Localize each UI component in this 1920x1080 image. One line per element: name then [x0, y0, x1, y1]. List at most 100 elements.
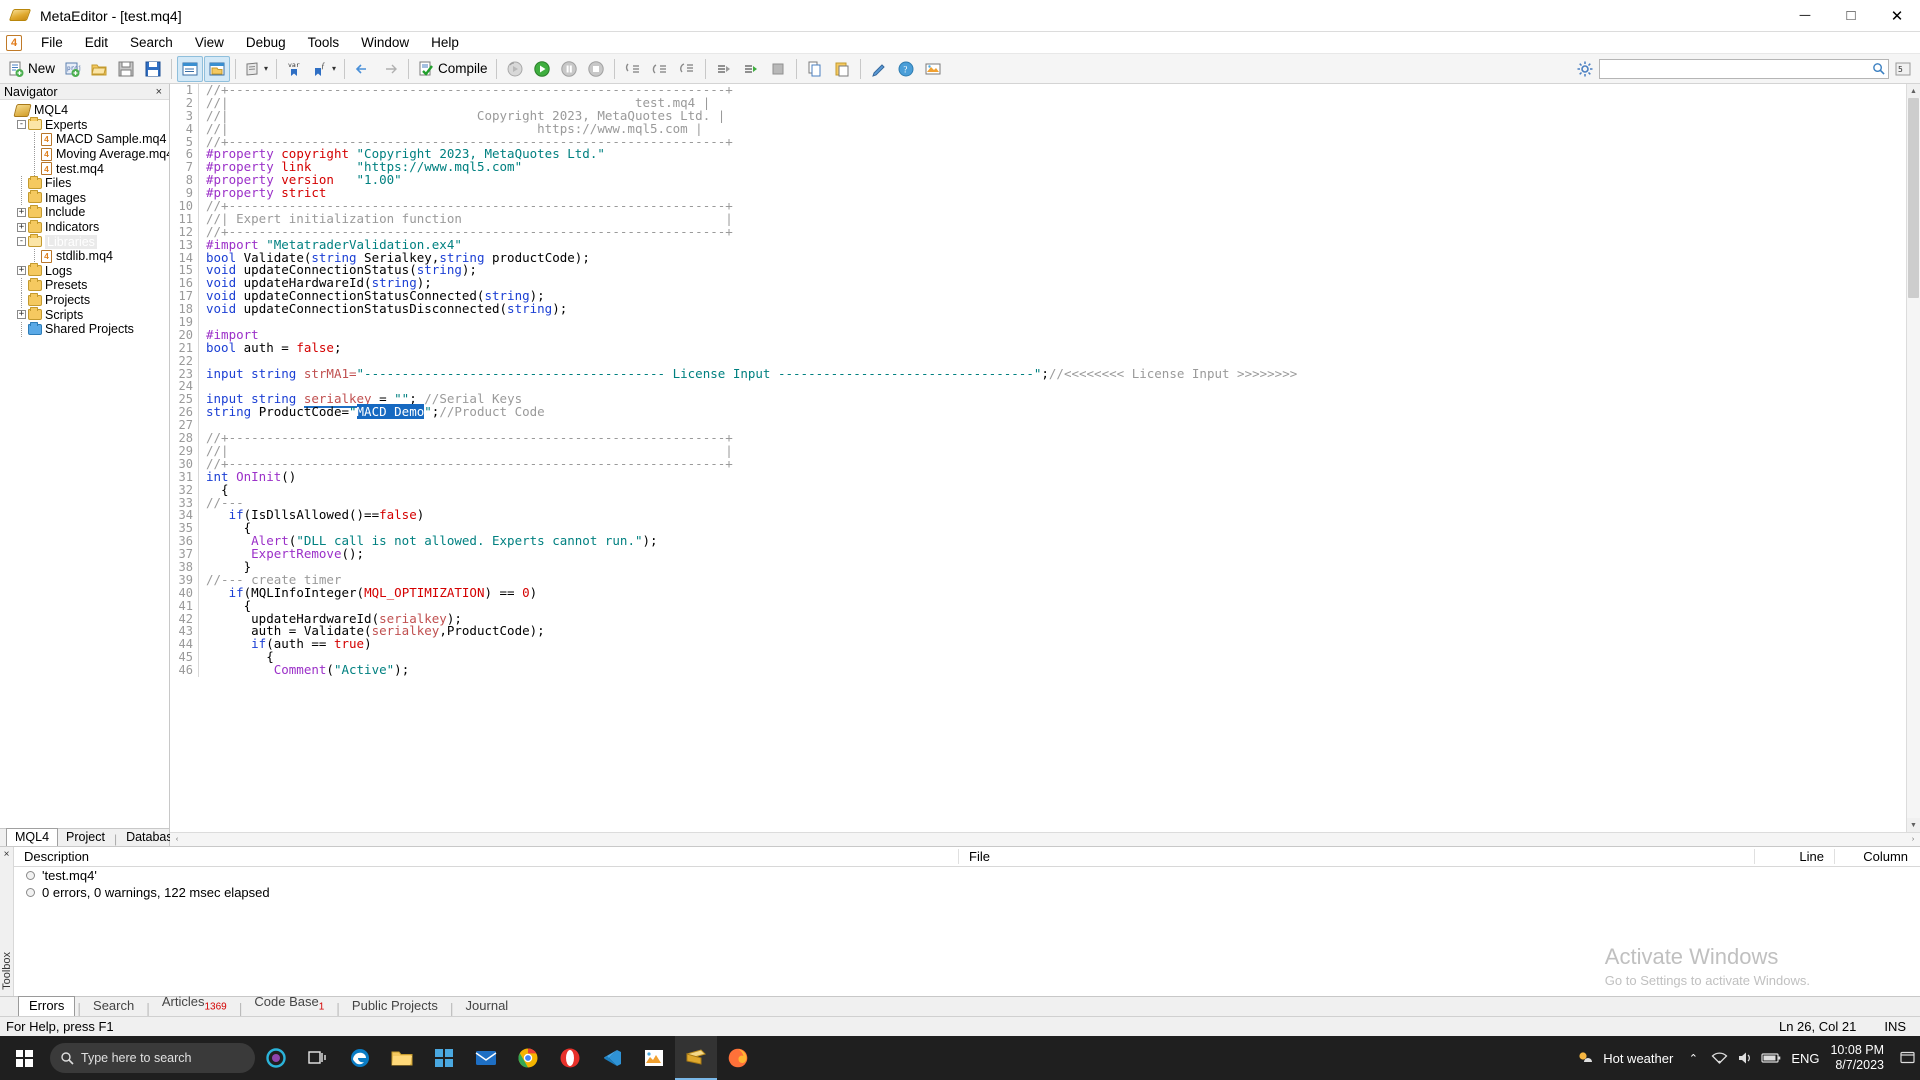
- tree-item-files[interactable]: Files: [0, 176, 169, 191]
- code-line[interactable]: 38 }: [170, 561, 1906, 574]
- search-icon[interactable]: [1868, 60, 1888, 78]
- weather-widget[interactable]: Hot weather: [1570, 1036, 1680, 1080]
- toolbox-tab-journal[interactable]: Journal: [456, 997, 519, 1016]
- copy-button[interactable]: [802, 56, 828, 82]
- new-project-button[interactable]: proj: [59, 56, 85, 82]
- tree-item-test-mq4[interactable]: 4test.mq4: [0, 161, 169, 176]
- menu-item-tools[interactable]: Tools: [297, 33, 351, 52]
- variables-button[interactable]: var: [282, 56, 308, 82]
- help-button[interactable]: ?: [893, 56, 919, 82]
- column-header-file[interactable]: File: [959, 849, 1755, 864]
- code-line[interactable]: 20#import: [170, 329, 1906, 342]
- tree-item-indicators[interactable]: +Indicators: [0, 220, 169, 235]
- maximize-button[interactable]: □: [1828, 0, 1874, 32]
- tree-item-macd-sample-mq4[interactable]: 4MACD Sample.mq4: [0, 132, 169, 147]
- save-all-button[interactable]: [140, 56, 166, 82]
- hscroll-track[interactable]: [184, 833, 1906, 847]
- task-view-icon[interactable]: [297, 1036, 339, 1080]
- menu-item-window[interactable]: Window: [350, 33, 420, 52]
- code-editor[interactable]: 1//+------------------------------------…: [170, 84, 1906, 832]
- toolbar-search-box[interactable]: [1599, 59, 1889, 79]
- volume-icon[interactable]: [1732, 1036, 1758, 1080]
- pause-debug-button[interactable]: [556, 56, 582, 82]
- scroll-left-icon[interactable]: ‹: [170, 833, 184, 847]
- navigator-tree[interactable]: MQL4-Experts4MACD Sample.mq44Moving Aver…: [0, 100, 169, 828]
- expand-icon[interactable]: +: [15, 205, 28, 219]
- edge-icon[interactable]: [339, 1036, 381, 1080]
- code-line[interactable]: 44 if(auth == true): [170, 638, 1906, 651]
- mql5-button[interactable]: 5: [1890, 56, 1916, 82]
- tree-item-projects[interactable]: Projects: [0, 293, 169, 308]
- tree-item-stdlib-mq4[interactable]: 4stdlib.mq4: [0, 249, 169, 264]
- debug-history-button[interactable]: [502, 56, 528, 82]
- network-icon[interactable]: [1706, 1036, 1732, 1080]
- tree-item-presets[interactable]: Presets: [0, 278, 169, 293]
- code-line[interactable]: 30//+-----------------------------------…: [170, 458, 1906, 471]
- close-icon[interactable]: ×: [4, 849, 10, 860]
- functions-button[interactable]: ƒ ▾: [309, 56, 339, 82]
- code-line[interactable]: 31int OnInit(): [170, 471, 1906, 484]
- code-line[interactable]: 18void updateConnectionStatusDisconnecte…: [170, 303, 1906, 316]
- code-line[interactable]: 46 Comment("Active");: [170, 664, 1906, 677]
- menu-item-search[interactable]: Search: [119, 33, 184, 52]
- close-button[interactable]: ✕: [1874, 0, 1920, 32]
- continue-button[interactable]: [738, 56, 764, 82]
- column-header-line[interactable]: Line: [1755, 849, 1835, 864]
- scroll-up-icon[interactable]: ▲: [1907, 84, 1920, 98]
- toolbox-tab-errors[interactable]: Errors: [18, 996, 75, 1017]
- tree-item-scripts[interactable]: +Scripts: [0, 307, 169, 322]
- code-line[interactable]: 40 if(MQLInfoInteger(MQL_OPTIMIZATION) =…: [170, 587, 1906, 600]
- language-indicator[interactable]: ENG: [1784, 1036, 1826, 1080]
- close-icon[interactable]: ×: [153, 86, 165, 98]
- code-line[interactable]: 8#property version "1.00": [170, 174, 1906, 187]
- code-line[interactable]: 37 ExpertRemove();: [170, 548, 1906, 561]
- expand-icon[interactable]: +: [15, 264, 28, 278]
- forward-button[interactable]: [377, 56, 403, 82]
- step-out-button[interactable]: [674, 56, 700, 82]
- toggle-toolbox-button[interactable]: [204, 56, 230, 82]
- code-line[interactable]: 33//---: [170, 497, 1906, 510]
- toolbox-tab-articles[interactable]: Articles1369: [152, 993, 237, 1016]
- code-line[interactable]: 23input string strMA1="-----------------…: [170, 368, 1906, 381]
- code-line[interactable]: 43 auth = Validate(serialkey,ProductCode…: [170, 625, 1906, 638]
- scroll-track[interactable]: [1907, 98, 1920, 818]
- editor-vertical-scrollbar[interactable]: ▲ ▼: [1906, 84, 1920, 832]
- code-line[interactable]: 7#property link "https://www.mql5.com": [170, 161, 1906, 174]
- code-line[interactable]: 36 Alert("DLL call is not allowed. Exper…: [170, 535, 1906, 548]
- expand-icon[interactable]: +: [15, 308, 28, 322]
- microsoft-store-icon[interactable]: [423, 1036, 465, 1080]
- nav-tab-project[interactable]: Project: [58, 829, 113, 846]
- taskbar-clock[interactable]: 10:08 PM 8/7/2023: [1826, 1043, 1894, 1073]
- table-row[interactable]: 'test.mq4': [14, 867, 1920, 884]
- bookmark-button[interactable]: [866, 56, 892, 82]
- collapse-icon[interactable]: -: [15, 235, 28, 249]
- mail-icon[interactable]: [465, 1036, 507, 1080]
- battery-icon[interactable]: [1758, 1036, 1784, 1080]
- nav-tab-mql4[interactable]: MQL4: [6, 828, 58, 847]
- tree-item-libraries[interactable]: -Libraries: [0, 234, 169, 249]
- menu-item-edit[interactable]: Edit: [74, 33, 119, 52]
- step-into-button[interactable]: [620, 56, 646, 82]
- menu-item-view[interactable]: View: [184, 33, 235, 52]
- run-to-cursor-button[interactable]: [711, 56, 737, 82]
- mql5-community-button[interactable]: [920, 56, 946, 82]
- metatrader-icon[interactable]: [633, 1036, 675, 1080]
- back-button[interactable]: [350, 56, 376, 82]
- expand-icon[interactable]: +: [15, 220, 28, 234]
- code-line[interactable]: 21bool auth = false;: [170, 342, 1906, 355]
- stop-button[interactable]: [765, 56, 791, 82]
- code-line[interactable]: 32 {: [170, 484, 1906, 497]
- file-explorer-icon[interactable]: [381, 1036, 423, 1080]
- toolbox-tab-public-projects[interactable]: Public Projects: [342, 997, 448, 1016]
- taskbar-search[interactable]: Type here to search: [50, 1043, 255, 1073]
- start-button[interactable]: [0, 1036, 48, 1080]
- toolbox-tab-code-base[interactable]: Code Base1: [244, 993, 334, 1016]
- menu-item-debug[interactable]: Debug: [235, 33, 297, 52]
- tree-item-mql4[interactable]: MQL4: [0, 103, 169, 118]
- open-file-button[interactable]: [86, 56, 112, 82]
- collapse-icon[interactable]: -: [15, 118, 28, 132]
- properties-button[interactable]: ▾: [241, 56, 271, 82]
- chrome-icon[interactable]: [507, 1036, 549, 1080]
- code-line[interactable]: 34 if(IsDllsAllowed()==false): [170, 509, 1906, 522]
- opera-icon[interactable]: [549, 1036, 591, 1080]
